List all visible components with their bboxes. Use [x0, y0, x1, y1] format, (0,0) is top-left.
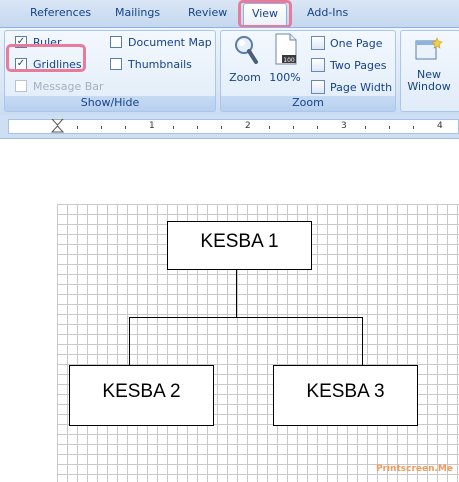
gridlines-highlight	[6, 44, 86, 72]
page-100-icon: 100	[275, 33, 297, 65]
document-map-checkbox[interactable]	[110, 36, 122, 48]
zoom-label: Zoom	[229, 71, 261, 84]
ruler-tick	[221, 126, 222, 129]
new-window-icon	[415, 37, 443, 60]
ruler-tick	[125, 126, 126, 129]
tab-add-ins[interactable]: Add-Ins	[307, 6, 348, 19]
ruler-tick	[173, 126, 174, 129]
thumbnails-label: Thumbnails	[128, 57, 192, 71]
page-width-icon	[311, 80, 325, 94]
message-bar-checkbox	[15, 80, 27, 92]
two-pages-icon	[311, 58, 325, 72]
zoom-group-label: Zoom	[221, 96, 395, 111]
ribbon-tab-strip: References Mailings Review View Add-Ins	[0, 0, 459, 28]
page-width-button[interactable]: Page Width	[311, 78, 392, 96]
ruler-tick	[365, 126, 366, 129]
window-group: New Window	[400, 30, 459, 112]
ruler-tick	[389, 126, 390, 129]
ruler-number-4: 4	[437, 121, 443, 131]
ruler-tick	[269, 126, 270, 129]
ruler-bar: 1 2 3 4	[8, 119, 459, 134]
ruler-tick	[413, 126, 414, 129]
ruler-number-3: 3	[341, 121, 347, 131]
tab-mailings[interactable]: Mailings	[115, 6, 160, 19]
zoom-group: Zoom 100 100% One Page Two Pages Page Wi…	[220, 30, 396, 112]
view-tab-highlight	[238, 0, 292, 28]
document-map-label: Document Map	[128, 35, 212, 49]
page-width-label: Page Width	[330, 80, 393, 94]
ruler-tick	[317, 126, 318, 129]
horizontal-ruler[interactable]: 1 2 3 4	[0, 115, 459, 139]
svg-text:100: 100	[283, 57, 295, 64]
new-window-button[interactable]: New Window	[403, 33, 455, 93]
show-hide-group-label: Show/Hide	[5, 96, 215, 111]
org-box-kesba-3[interactable]: KESBA 3	[273, 365, 418, 426]
ribbon: ✓ Ruler ✓ Gridlines Message Bar Document…	[0, 27, 459, 115]
org-box-kesba-2[interactable]: KESBA 2	[69, 365, 214, 426]
watermark: Printscreen.Me	[375, 464, 453, 474]
connector-left-drop	[129, 317, 130, 366]
one-page-icon	[311, 36, 325, 50]
connector-right-drop	[362, 317, 363, 366]
ruler-number-2: 2	[245, 121, 251, 131]
ruler-number-1: 1	[149, 121, 155, 131]
magnifier-icon	[235, 36, 258, 64]
document-map-checkbox-row[interactable]: Document Map	[110, 34, 212, 50]
thumbnails-checkbox-row[interactable]: Thumbnails	[110, 56, 192, 72]
connector-horizontal	[129, 317, 363, 318]
one-page-button[interactable]: One Page	[311, 34, 383, 52]
ruler-tick	[77, 126, 78, 129]
new-window-label-line2: Window	[407, 80, 451, 93]
hundred-percent-label: 100%	[269, 71, 301, 84]
two-pages-label: Two Pages	[330, 58, 387, 72]
tab-references[interactable]: References	[30, 6, 91, 19]
ruler-tick	[197, 126, 198, 129]
hundred-percent-button[interactable]: 100 100%	[267, 33, 303, 91]
zoom-button[interactable]: Zoom	[227, 33, 263, 91]
new-window-label: New Window	[403, 69, 455, 93]
connector-vertical-top	[236, 270, 237, 318]
tab-review[interactable]: Review	[188, 6, 227, 19]
org-box-kesba-1[interactable]: KESBA 1	[167, 221, 312, 270]
ruler-tick	[101, 126, 102, 129]
thumbnails-checkbox[interactable]	[110, 58, 122, 70]
message-bar-checkbox-row: Message Bar	[15, 78, 104, 94]
message-bar-label: Message Bar	[33, 79, 104, 93]
indent-marker-icon[interactable]	[51, 119, 65, 133]
two-pages-button[interactable]: Two Pages	[311, 56, 386, 74]
one-page-label: One Page	[330, 36, 383, 50]
ruler-tick	[293, 126, 294, 129]
